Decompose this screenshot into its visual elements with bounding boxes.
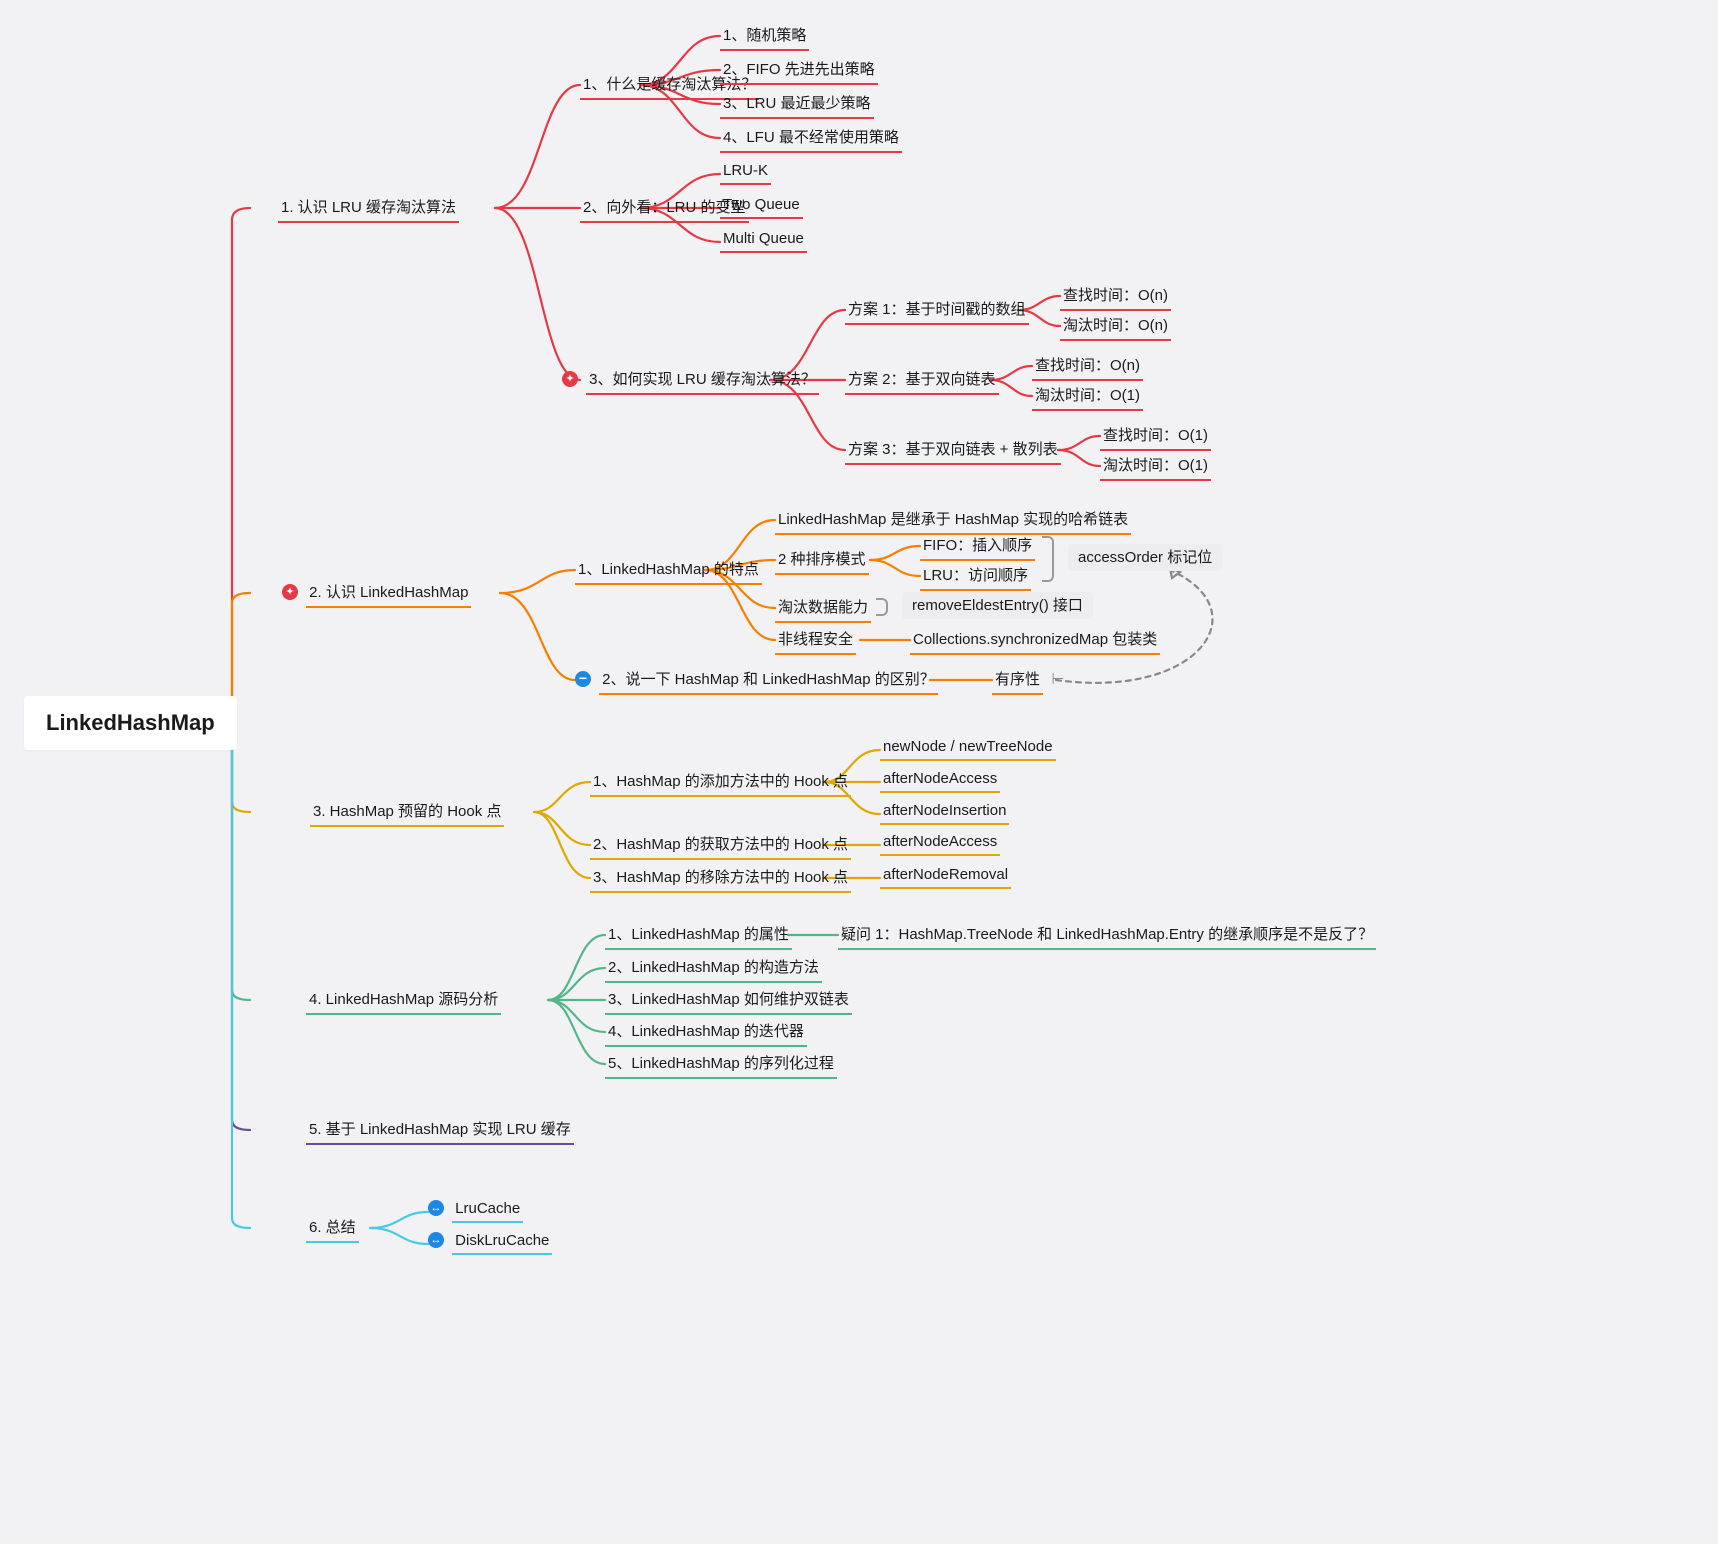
b1-c2-2[interactable]: Two Queue [720,196,803,219]
b3-c2[interactable]: 2、HashMap 的获取方法中的 Hook 点 [590,833,851,860]
connector-svg [0,0,1718,1544]
b1-c3-3b[interactable]: 淘汰时间：O(1) [1100,454,1211,481]
b1-c3-1b[interactable]: 淘汰时间：O(n) [1060,314,1171,341]
b1-c3-2b[interactable]: 淘汰时间：O(1) [1032,384,1143,411]
minus-icon [575,671,591,687]
b3-c3-1[interactable]: afterNodeRemoval [880,866,1011,889]
branch-4[interactable]: 4. LinkedHashMap 源码分析 [306,988,501,1015]
b2-c1-2b[interactable]: LRU：访问顺序 [920,564,1031,591]
b1-c1-3[interactable]: 3、LRU 最近最少策略 [720,92,874,119]
b2-c1-2a[interactable]: FIFO：插入顺序 [920,534,1035,561]
branch-6[interactable]: 6. 总结 [306,1216,359,1243]
b1-c3-2[interactable]: 方案 2：基于双向链表 [845,368,999,395]
b1-c2-1[interactable]: LRU-K [720,162,771,185]
b1-c3[interactable]: 3、如何实现 LRU 缓存淘汰算法？ [562,368,819,395]
b4-c3[interactable]: 3、LinkedHashMap 如何维护双链表 [605,988,852,1015]
branch-5[interactable]: 5. 基于 LinkedHashMap 实现 LRU 缓存 [306,1118,574,1145]
b1-c1-4[interactable]: 4、LFU 最不经常使用策略 [720,126,902,153]
b6-c2[interactable]: DiskLruCache [428,1232,552,1255]
tag-accessorder[interactable]: accessOrder 标记位 [1068,546,1222,567]
b1-c1-2[interactable]: 2、FIFO 先进先出策略 [720,58,878,85]
b1-c3-1a[interactable]: 查找时间：O(n) [1060,284,1171,311]
b1-c2-3[interactable]: Multi Queue [720,230,807,253]
b1-c3-3a[interactable]: 查找时间：O(1) [1100,424,1211,451]
root-node[interactable]: LinkedHashMap [24,696,237,750]
b4-c2[interactable]: 2、LinkedHashMap 的构造方法 [605,956,822,983]
b1-c3-1[interactable]: 方案 1：基于时间戳的数组 [845,298,1029,325]
b3-c2-1[interactable]: afterNodeAccess [880,833,1000,856]
b4-c5[interactable]: 5、LinkedHashMap 的序列化过程 [605,1052,837,1079]
branch-1[interactable]: 1. 认识 LRU 缓存淘汰算法 [278,196,459,223]
b2-c1-3[interactable]: 淘汰数据能力 [775,596,871,623]
b4-c1-1[interactable]: 疑问 1：HashMap.TreeNode 和 LinkedHashMap.En… [838,923,1376,950]
bracket-icon [1042,536,1054,582]
b2-c2a[interactable]: 有序性 ⊢ [992,668,1064,695]
b6-c1[interactable]: LruCache [428,1200,523,1223]
b3-c1-1[interactable]: newNode / newTreeNode [880,738,1056,761]
star-icon [562,371,578,387]
branch-2[interactable]: 2. 认识 LinkedHashMap [282,581,471,608]
b1-c3-3[interactable]: 方案 3：基于双向链表 + 散列表 [845,438,1061,465]
b3-c1-3[interactable]: afterNodeInsertion [880,802,1009,825]
star-icon [282,584,298,600]
b2-c2[interactable]: 2、说一下 HashMap 和 LinkedHashMap 的区别？ [575,668,938,695]
b3-c1[interactable]: 1、HashMap 的添加方法中的 Hook 点 [590,770,851,797]
b2-c1-4a[interactable]: Collections.synchronizedMap 包装类 [910,628,1160,655]
b2-c1-1[interactable]: LinkedHashMap 是继承于 HashMap 实现的哈希链表 [775,508,1131,535]
bracket-icon [876,598,888,616]
b4-c4[interactable]: 4、LinkedHashMap 的迭代器 [605,1020,807,1047]
branch-3[interactable]: 3. HashMap 预留的 Hook 点 [310,800,504,827]
b2-c1[interactable]: 1、LinkedHashMap 的特点 [575,558,762,585]
b2-c1-2[interactable]: 2 种排序模式 [775,548,869,575]
b1-c1-1[interactable]: 1、随机策略 [720,24,809,51]
tag-removeeldest[interactable]: removeEldestEntry() 接口 [902,594,1093,615]
b3-c3[interactable]: 3、HashMap 的移除方法中的 Hook 点 [590,866,851,893]
b3-c1-2[interactable]: afterNodeAccess [880,770,1000,793]
b4-c1[interactable]: 1、LinkedHashMap 的属性 [605,923,792,950]
arrow-icon [428,1200,444,1216]
b2-c1-4[interactable]: 非线程安全 [775,628,856,655]
arrow-icon [428,1232,444,1248]
b1-c3-2a[interactable]: 查找时间：O(n) [1032,354,1143,381]
